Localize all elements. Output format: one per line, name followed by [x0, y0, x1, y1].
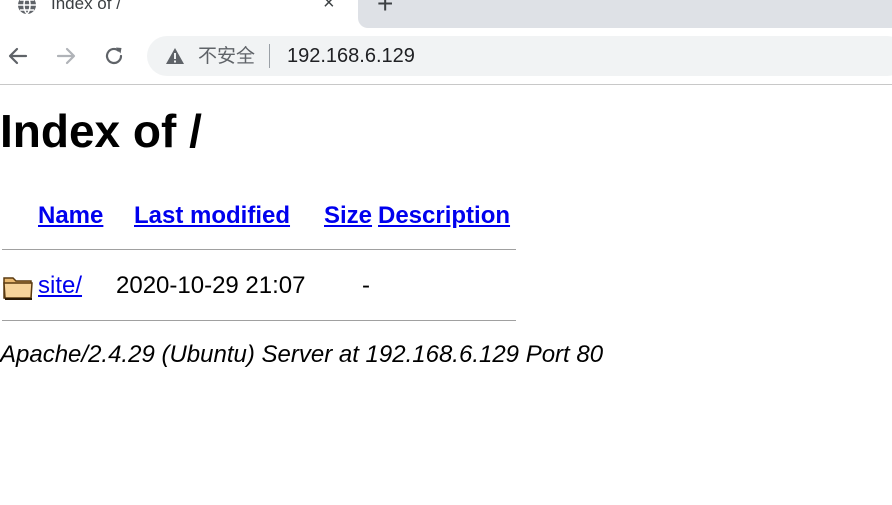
reload-button[interactable]	[100, 42, 128, 70]
tab-close-icon[interactable]: ×	[323, 0, 335, 13]
sort-by-description-link[interactable]: Description	[378, 202, 510, 229]
header-divider	[2, 249, 516, 250]
column-header-name[interactable]: Name	[38, 201, 103, 231]
page-title: Index of /	[0, 105, 202, 157]
folder-link-site[interactable]: site/	[38, 272, 82, 299]
row-name[interactable]: site/	[38, 271, 82, 301]
folder-icon	[3, 277, 33, 300]
tab-bar: Index of / × +	[0, 0, 892, 28]
arrow-right-icon	[56, 47, 76, 65]
column-header-last-modified[interactable]: Last modified	[134, 201, 290, 231]
sort-by-name-link[interactable]: Name	[38, 202, 103, 229]
server-signature: Apache/2.4.29 (Ubuntu) Server at 192.168…	[0, 341, 604, 368]
sort-by-size-link[interactable]: Size	[324, 202, 372, 229]
arrow-left-icon	[8, 47, 28, 65]
back-button[interactable]	[4, 42, 32, 70]
tab-title: Index of /	[51, 0, 121, 13]
globe-icon	[18, 0, 36, 15]
warning-icon[interactable]	[165, 47, 185, 65]
sort-by-last-modified-link[interactable]: Last modified	[134, 202, 290, 229]
new-tab-icon[interactable]: +	[377, 0, 393, 18]
security-label[interactable]: 不安全	[198, 45, 255, 67]
tab-strip	[358, 0, 892, 28]
column-header-size[interactable]: Size	[324, 201, 372, 231]
row-last-modified: 2020-10-29 21:07	[116, 272, 306, 299]
omnibox-divider	[269, 44, 270, 68]
reload-icon	[105, 47, 123, 65]
footer-divider	[2, 320, 516, 321]
address-bar[interactable]: 不安全 192.168.6.129	[147, 36, 892, 76]
browser-tab-active[interactable]: Index of / ×	[0, 0, 356, 28]
column-header-description[interactable]: Description	[378, 201, 510, 231]
url-text[interactable]: 192.168.6.129	[287, 45, 415, 67]
row-size: -	[362, 272, 370, 299]
browser-toolbar: 不安全 192.168.6.129	[0, 28, 892, 85]
forward-button[interactable]	[52, 42, 80, 70]
